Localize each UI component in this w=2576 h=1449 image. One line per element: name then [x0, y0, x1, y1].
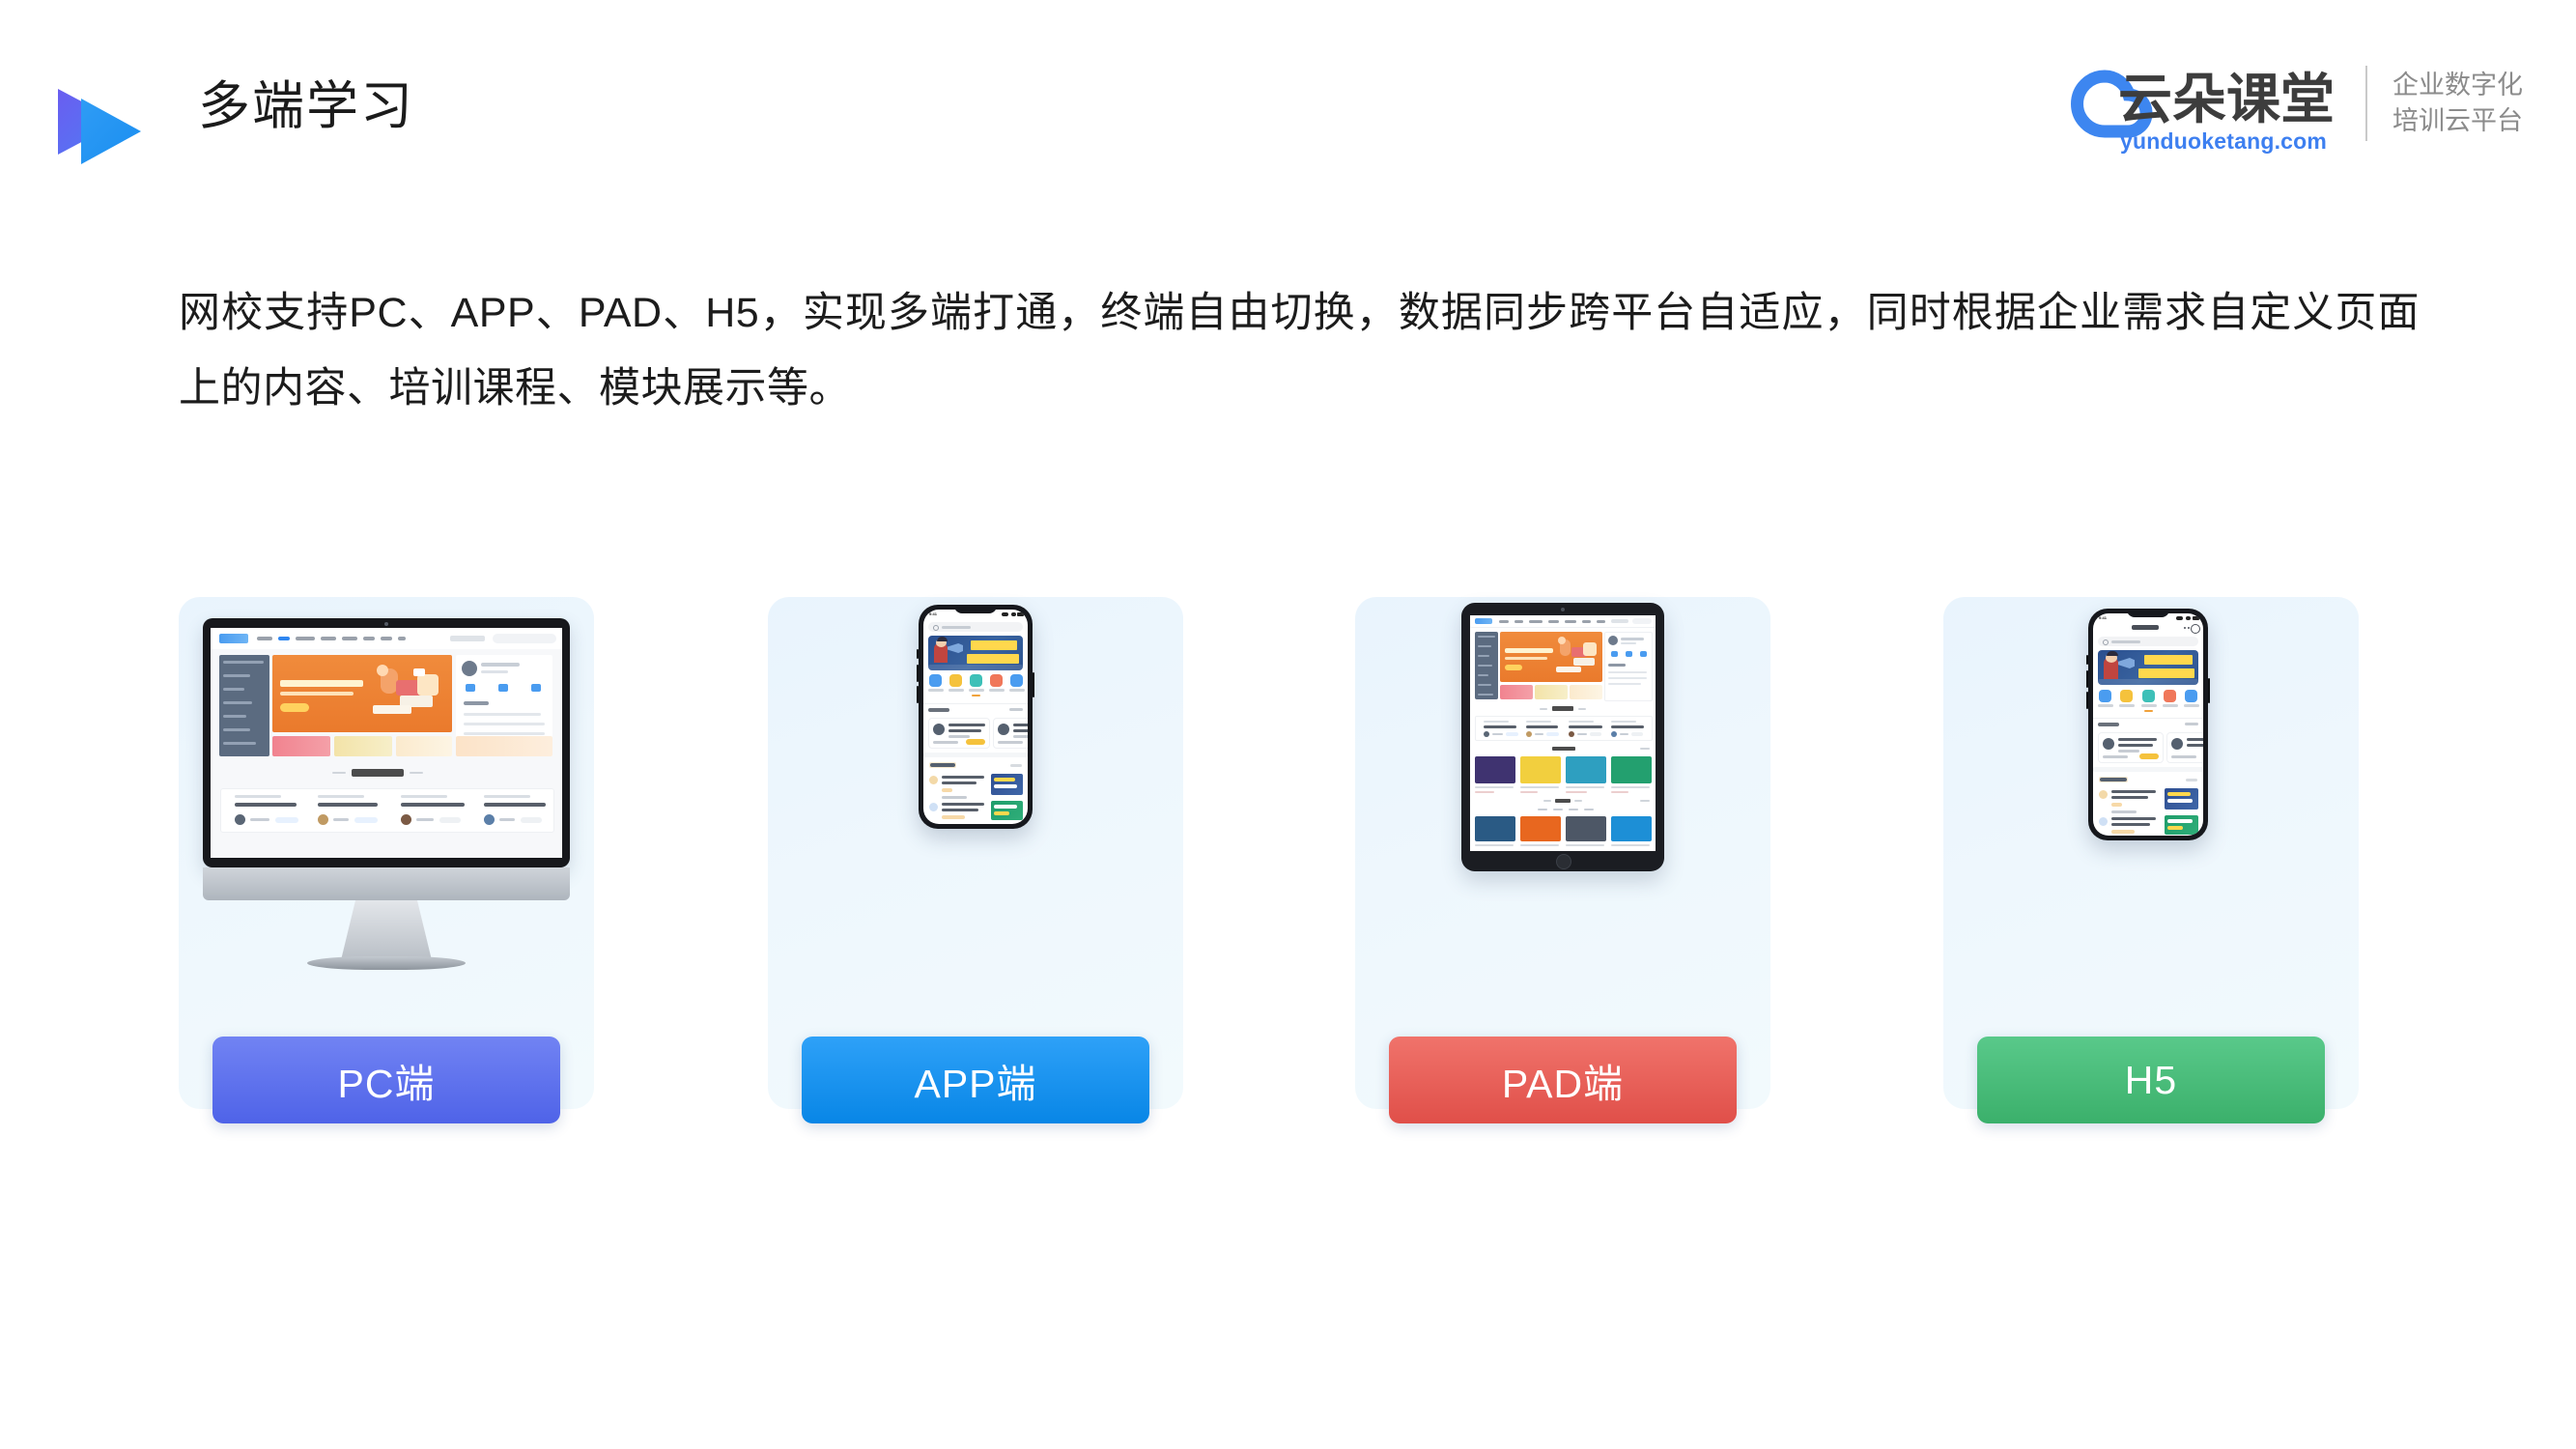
search-input[interactable]	[928, 622, 1023, 632]
phone-notch	[2127, 609, 2169, 617]
pc-banner-2	[334, 736, 392, 756]
pad-banner-2[interactable]	[1535, 685, 1568, 699]
cta-button-pad[interactable]: PAD端	[1389, 1037, 1737, 1123]
live-course-card[interactable]	[928, 718, 990, 749]
quick-nav-icons[interactable]	[2098, 690, 2199, 712]
brand-lockup: 云朵课堂 yunduoketang.com 企业数字化 培训云平台	[2068, 50, 2523, 156]
promo-banner[interactable]	[928, 636, 1023, 670]
brand-tagline: 企业数字化 培训云平台	[2392, 68, 2523, 139]
nav-icon-course-pack[interactable]	[949, 674, 962, 687]
live-course-card[interactable]	[993, 718, 1028, 749]
live-course-card[interactable]	[2098, 732, 2164, 763]
h5-app-bar-title	[2132, 625, 2159, 630]
brand-name: 云朵课堂	[2118, 69, 2335, 129]
cta-button-app[interactable]: APP端	[802, 1037, 1149, 1123]
circle-target-icon[interactable]	[2191, 624, 2200, 634]
pad-course-tile[interactable]	[1611, 756, 1652, 783]
pad-course-tile[interactable]	[1520, 816, 1561, 841]
pad-course-tile[interactable]	[1475, 816, 1515, 841]
page-header: 多端学习 云朵课堂 yunduoketang.com 企业数字化 培训云平台	[0, 0, 2576, 198]
nav-icon-materials[interactable]	[1010, 674, 1023, 687]
monitor-stand	[341, 900, 432, 960]
device-cards-row: PC端 9:41 APP端 PAD端 9:41 H5	[0, 597, 2576, 1138]
live-section-title	[928, 708, 949, 712]
tablet-illustration	[1355, 597, 1770, 1012]
live-section-title	[2098, 723, 2119, 726]
live-section-more[interactable]	[2185, 723, 2198, 725]
device-card-app[interactable]: 9:41 APP端	[768, 597, 1183, 1138]
pc-hero-banner	[272, 655, 452, 732]
nav-icon-materials[interactable]	[2185, 690, 2197, 702]
brand-url: yunduoketang.com	[2120, 128, 2328, 154]
pad-open-course-list	[1475, 716, 1653, 741]
pc-banner-3	[396, 736, 452, 756]
status-time: 9:41	[2099, 615, 2108, 620]
brand-tagline-line2: 培训云平台	[2392, 106, 2523, 135]
live-course-card[interactable]	[2166, 732, 2203, 763]
pc-course-list	[220, 788, 554, 833]
live-section-more[interactable]	[1009, 708, 1023, 711]
intro-paragraph: 网校支持PC、APP、PAD、H5，实现多端打通，终端自由切换，数据同步跨平台自…	[179, 290, 2420, 412]
brand-divider	[2365, 66, 2367, 141]
pad-section-open	[1552, 706, 1573, 711]
pc-sidebar	[219, 655, 269, 756]
pad-sidebar	[1475, 632, 1498, 699]
device-card-pad[interactable]: PAD端	[1355, 597, 1770, 1138]
desktop-monitor-illustration	[179, 597, 594, 1012]
nav-icon-live[interactable]	[2142, 690, 2155, 702]
pc-section-title	[352, 769, 404, 777]
promo-banner[interactable]	[2098, 650, 2198, 685]
nav-icon-course-pack[interactable]	[2120, 690, 2133, 702]
pc-site-logo	[219, 634, 248, 643]
nav-icon-courses[interactable]	[929, 674, 942, 687]
double-play-triangle-logo	[56, 58, 167, 166]
cta-button-h5[interactable]: H5	[1977, 1037, 2325, 1123]
search-icon	[2103, 639, 2109, 645]
pad-banner-1[interactable]	[1500, 685, 1533, 699]
pad-course-tile[interactable]	[1566, 756, 1606, 783]
status-time: 9:41	[929, 611, 938, 616]
webcam-icon	[384, 622, 388, 626]
pc-banner-4	[456, 736, 552, 756]
pad-course-tile[interactable]	[1611, 816, 1652, 841]
phone-notch	[954, 605, 997, 613]
pad-section-courses	[1555, 799, 1571, 803]
pad-course-tile[interactable]	[1475, 756, 1515, 783]
quick-nav-icons[interactable]	[928, 674, 1025, 696]
smartphone-app-illustration: 9:41	[768, 597, 1183, 1012]
page-title: 多端学习	[198, 77, 414, 135]
more-dots-icon[interactable]	[2184, 627, 2186, 629]
cta-button-pc[interactable]: PC端	[212, 1037, 560, 1123]
device-card-pc[interactable]: PC端	[179, 597, 594, 1138]
pad-course-tile[interactable]	[1566, 816, 1606, 841]
nav-icon-courses[interactable]	[2099, 690, 2111, 702]
nav-icon-community[interactable]	[2164, 690, 2176, 702]
pc-banner-1	[272, 736, 330, 756]
pad-hero-banner[interactable]	[1500, 632, 1602, 682]
search-input[interactable]	[2098, 637, 2198, 646]
search-icon	[933, 625, 939, 631]
nav-icon-community[interactable]	[990, 674, 1003, 687]
tablet-home-button[interactable]	[1556, 854, 1571, 869]
pad-course-tile[interactable]	[1520, 756, 1561, 783]
pad-banner-3[interactable]	[1570, 685, 1602, 699]
monitor-base	[307, 956, 466, 970]
device-card-h5[interactable]: 9:41 H5	[1943, 597, 2359, 1138]
pad-section-recommend	[1552, 747, 1575, 751]
tablet-camera-icon	[1561, 608, 1565, 611]
brand-tagline-line1: 企业数字化	[2392, 71, 2523, 99]
nav-icon-live[interactable]	[970, 674, 982, 687]
monitor-chin	[203, 867, 570, 900]
smartphone-h5-illustration: 9:41	[1943, 597, 2359, 1012]
